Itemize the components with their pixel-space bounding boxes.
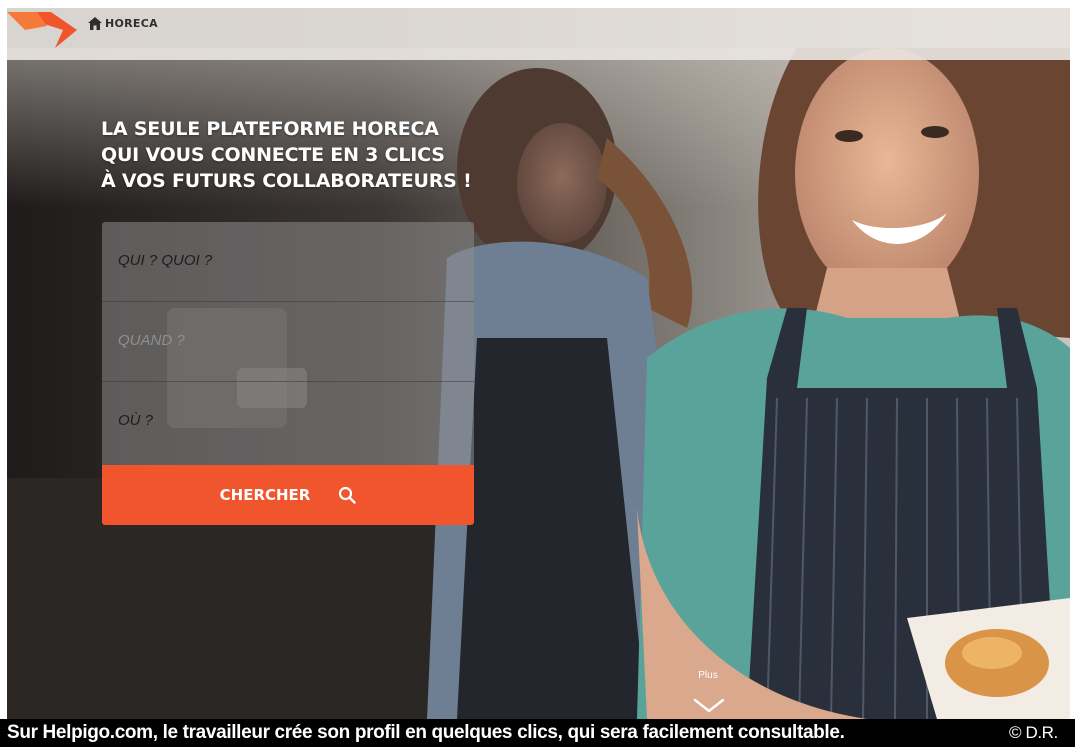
where-field[interactable]: OÙ ? [102, 382, 474, 465]
hero-headline: LA SEULE PLATEFORME HORECA QUI VOUS CONN… [101, 116, 561, 194]
caption-credit: © D.R. [1009, 723, 1058, 742]
search-button[interactable]: CHERCHER [102, 465, 474, 525]
logo-arrow-icon [7, 12, 77, 48]
what-field-placeholder: QUI ? QUOI ? [118, 252, 213, 269]
brand-name: HORECA [105, 17, 158, 30]
search-button-label: CHERCHER [219, 486, 311, 504]
when-field-placeholder: QUAND ? [118, 332, 185, 349]
where-field-placeholder: OÙ ? [118, 412, 154, 429]
when-field[interactable]: QUAND ? [102, 302, 474, 382]
headline-line-3: À VOS FUTURS COLLABORATEURS ! [101, 170, 472, 192]
hero-section: HORECA LA SEULE PLATEFORME HORECA QUI VO… [7, 8, 1070, 719]
home-icon [88, 17, 102, 30]
what-field[interactable]: QUI ? QUOI ? [102, 222, 474, 302]
headline-line-2: QUI VOUS CONNECTE EN 3 CLICS [101, 144, 445, 166]
more-link[interactable]: Plus [690, 670, 726, 681]
headline-line-1: LA SEULE PLATEFORME HORECA [101, 118, 439, 140]
search-icon [339, 486, 357, 504]
chevron-down-icon[interactable] [691, 698, 727, 714]
top-bar: HORECA [7, 8, 1070, 60]
photo-caption: Sur Helpigo.com, le travailleur crée son… [0, 719, 1075, 747]
search-panel: QUI ? QUOI ? QUAND ? OÙ ? CHERCHER [102, 222, 474, 525]
brand-logo[interactable]: HORECA [88, 17, 158, 30]
caption-text: Sur Helpigo.com, le travailleur crée son… [7, 722, 845, 743]
page: HORECA LA SEULE PLATEFORME HORECA QUI VO… [0, 0, 1075, 747]
